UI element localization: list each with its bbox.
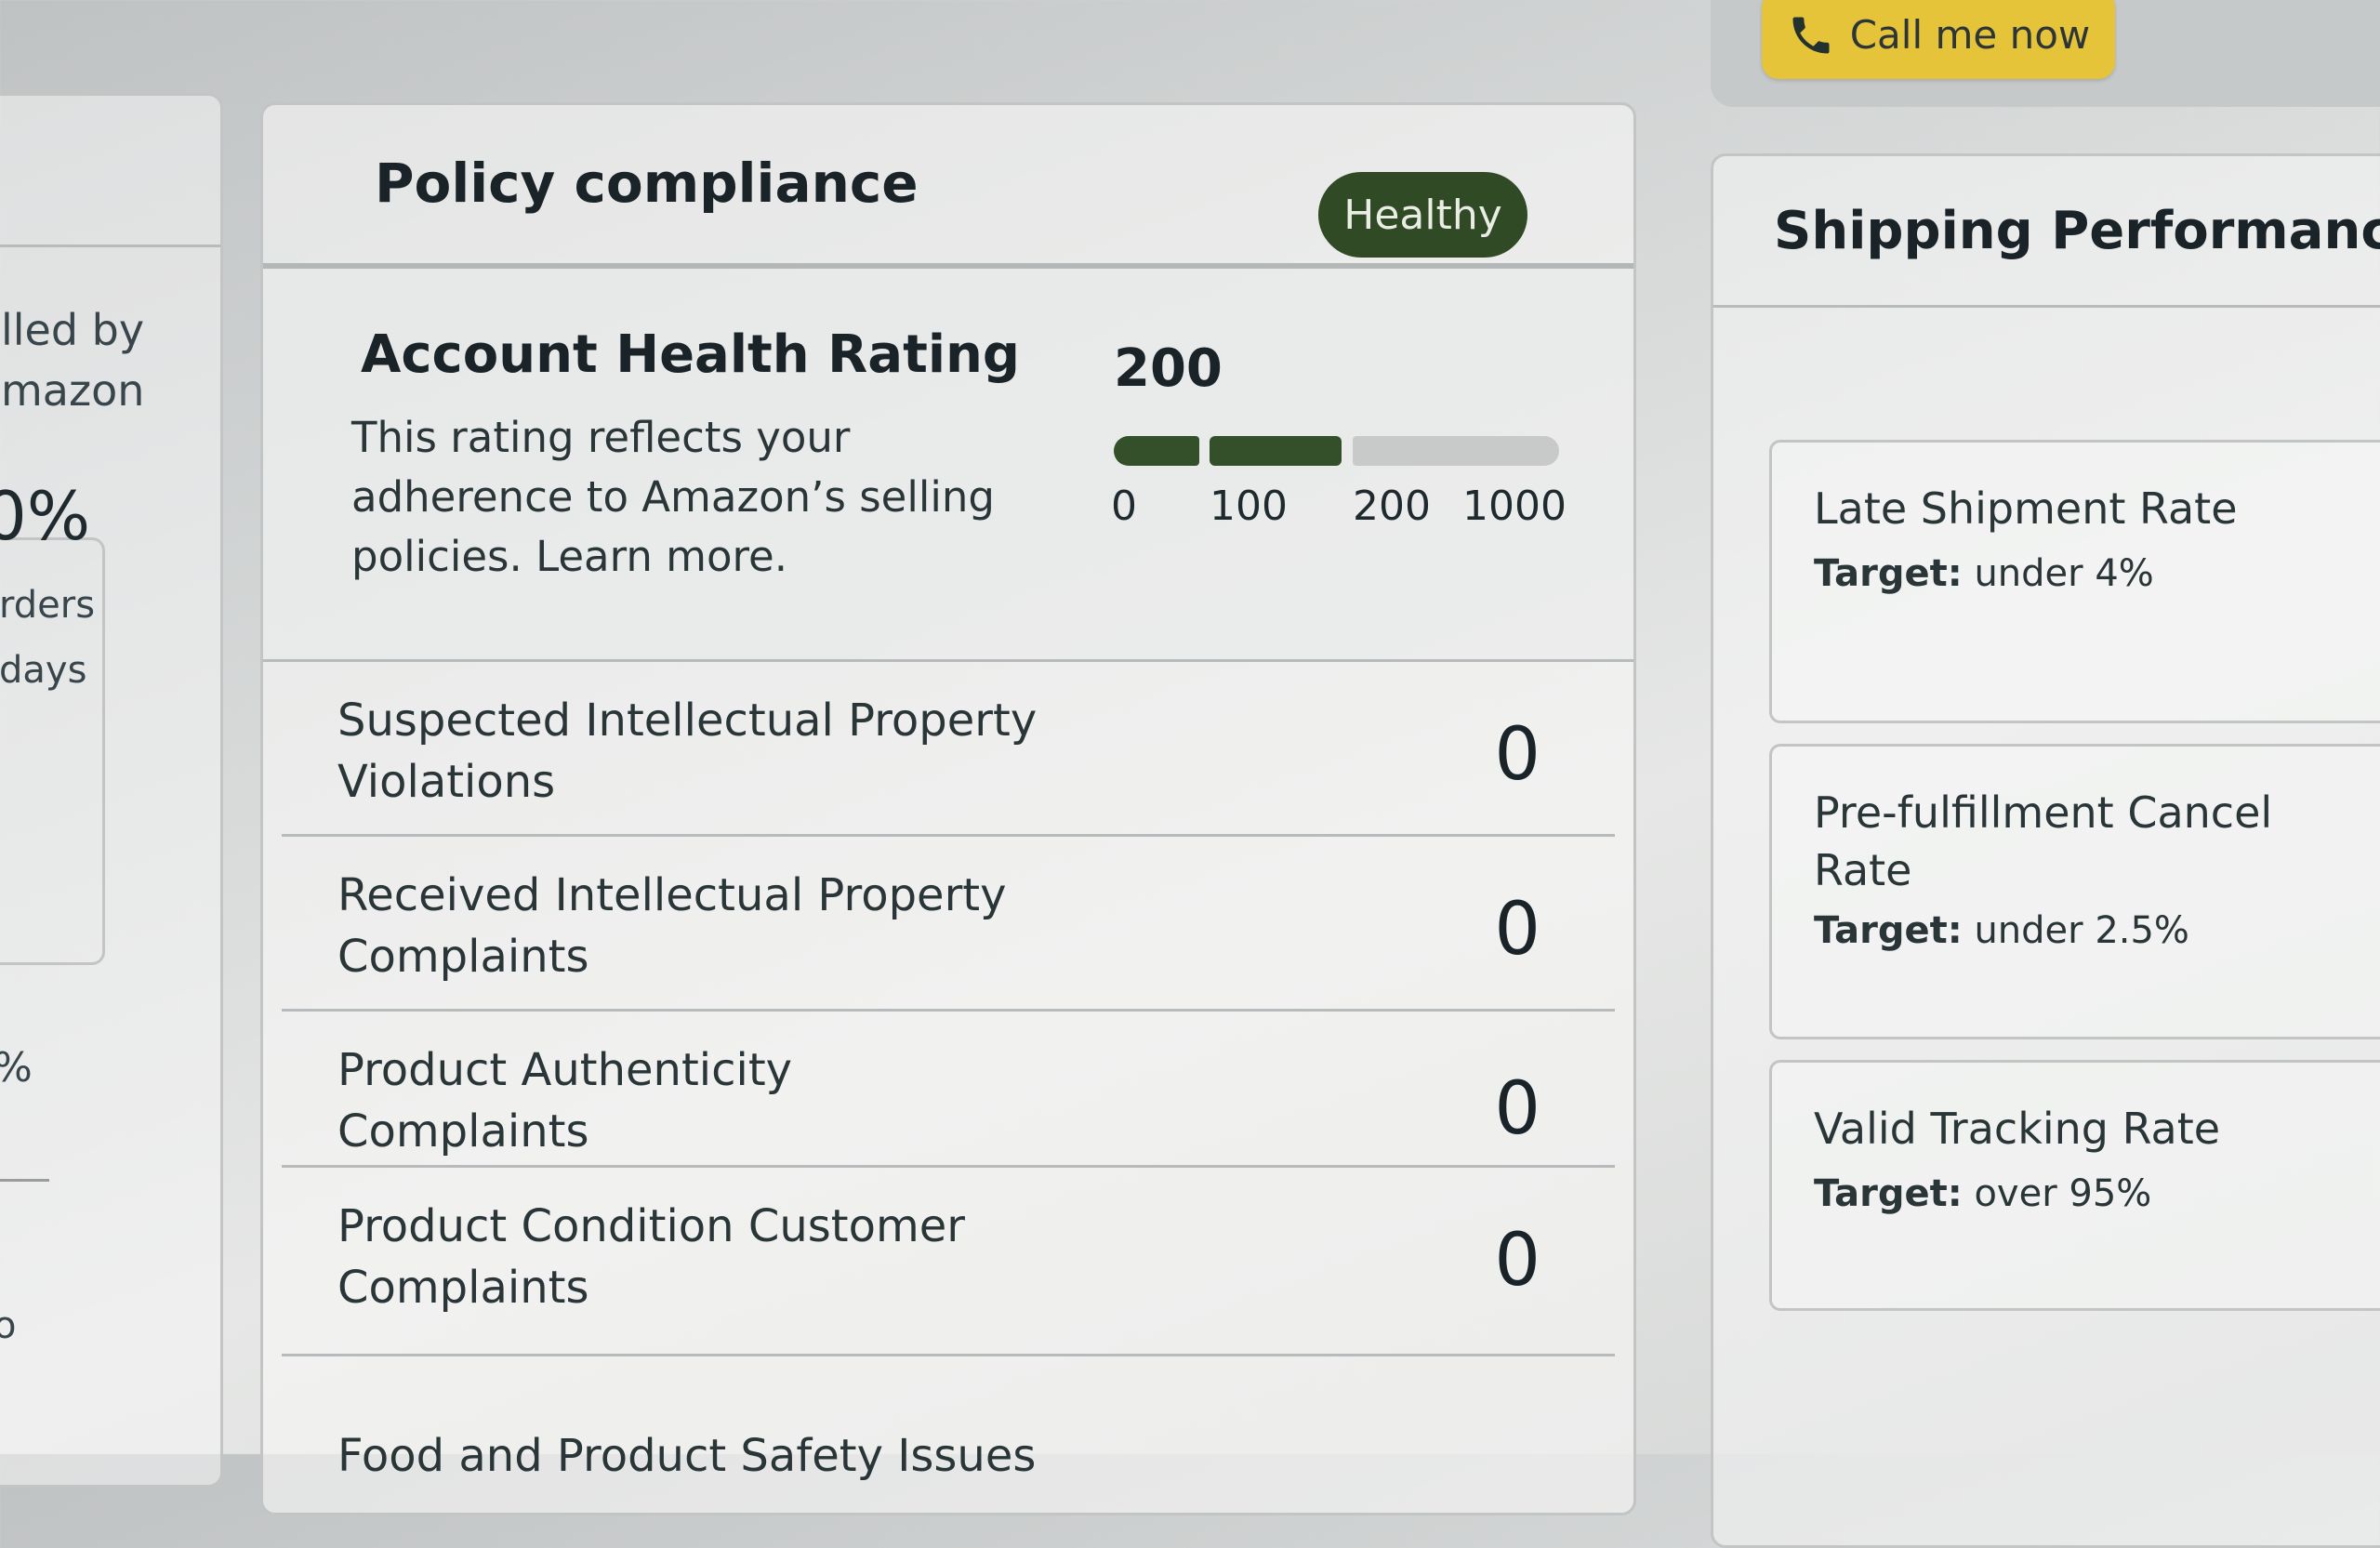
left-text-line2: mazon — [1, 365, 145, 416]
rating-bar-segment-3 — [1353, 436, 1559, 466]
left-percent-2: % — [0, 1044, 33, 1092]
left-underline — [0, 1179, 49, 1182]
call-me-now-label: Call me now — [1849, 12, 2091, 58]
shipping-metric-card[interactable]: Valid Tracking Rate Target: over 95% — [1769, 1060, 2380, 1311]
metric-row[interactable]: Product Authenticity Complaints 0 — [282, 1012, 1615, 1168]
shipping-title: Shipping Performance — [1774, 201, 2380, 261]
metric-row[interactable]: Product Condition Customer Complaints 0 — [282, 1168, 1615, 1356]
left-panel-divider — [0, 245, 220, 247]
shipping-metric-target: Target: under 2.5% — [1814, 909, 2189, 952]
call-me-now-button[interactable]: Call me now — [1762, 0, 2115, 79]
shipping-metric-title: Pre-fulfillment Cancel Rate — [1814, 787, 2273, 895]
target-label: Target: — [1814, 552, 1963, 595]
shipping-metric-target: Target: under 4% — [1814, 552, 2154, 595]
left-panel: lled by mazon 0% rders days % o — [0, 93, 223, 1488]
metric-label: Suspected Intellectual Property Violatio… — [337, 695, 1038, 808]
target-label: Target: — [1814, 1172, 1963, 1215]
policy-compliance-panel: Policy compliance Healthy Account Health… — [260, 102, 1636, 1515]
rating-tick: 0 — [1111, 483, 1137, 530]
shipping-metric-card[interactable]: Late Shipment Rate Target: under 4% — [1769, 440, 2380, 723]
account-health-score: 200 — [1114, 338, 1223, 399]
metric-label: Food and Product Safety Issues — [337, 1430, 1037, 1482]
rating-tick: 1000 — [1462, 483, 1567, 530]
account-health-description: This rating reflects your adherence to A… — [351, 413, 995, 581]
metric-label: Product Condition Customer Complaints — [337, 1200, 965, 1314]
rating-bar-segment-1 — [1114, 436, 1199, 466]
left-bottom-char: o — [0, 1304, 17, 1347]
rating-tick: 200 — [1353, 483, 1431, 530]
shipping-performance-panel: Shipping Performance Late Shipment Rate … — [1711, 153, 2380, 1548]
metric-row[interactable]: Received Intellectual Property Complaint… — [282, 837, 1615, 1012]
left-orders: rders — [0, 584, 96, 627]
phone-icon — [1787, 11, 1835, 60]
metric-value: 0 — [1494, 1067, 1540, 1151]
metric-row[interactable]: Food and Product Safety Issues — [263, 1411, 1633, 1523]
metric-value: 0 — [1494, 888, 1540, 972]
rating-tick: 100 — [1210, 483, 1288, 530]
metric-row[interactable]: Suspected Intellectual Property Violatio… — [282, 662, 1615, 837]
left-text-line1: lled by — [1, 305, 145, 355]
account-health-title: Account Health Rating — [361, 324, 1020, 385]
target-label: Target: — [1814, 909, 1963, 952]
shipping-metric-title: Late Shipment Rate — [1814, 483, 2238, 534]
shipping-header: Shipping Performance — [1713, 156, 2380, 308]
shipping-metric-card[interactable]: Pre-fulfillment Cancel Rate Target: unde… — [1769, 744, 2380, 1039]
rating-bar-segment-2 — [1210, 436, 1342, 466]
left-percent: 0% — [0, 477, 91, 555]
left-days: days — [0, 649, 87, 692]
status-badge: Healthy — [1318, 172, 1527, 258]
target-value: over 95% — [1974, 1172, 2152, 1215]
shipping-metric-title: Valid Tracking Rate — [1814, 1104, 2221, 1154]
metric-label: Received Intellectual Property Complaint… — [337, 869, 1007, 983]
policy-header: Policy compliance Healthy — [263, 105, 1633, 269]
policy-title: Policy compliance — [375, 152, 919, 215]
target-value: under 2.5% — [1974, 909, 2189, 952]
shipping-metric-target: Target: over 95% — [1814, 1172, 2151, 1215]
metric-value: 0 — [1494, 1219, 1540, 1303]
account-health-rating-section[interactable]: Account Health Rating This rating reflec… — [263, 269, 1633, 662]
metric-value: 0 — [1494, 713, 1540, 797]
metric-label: Product Authenticity Complaints — [337, 1044, 793, 1158]
target-value: under 4% — [1974, 552, 2154, 595]
